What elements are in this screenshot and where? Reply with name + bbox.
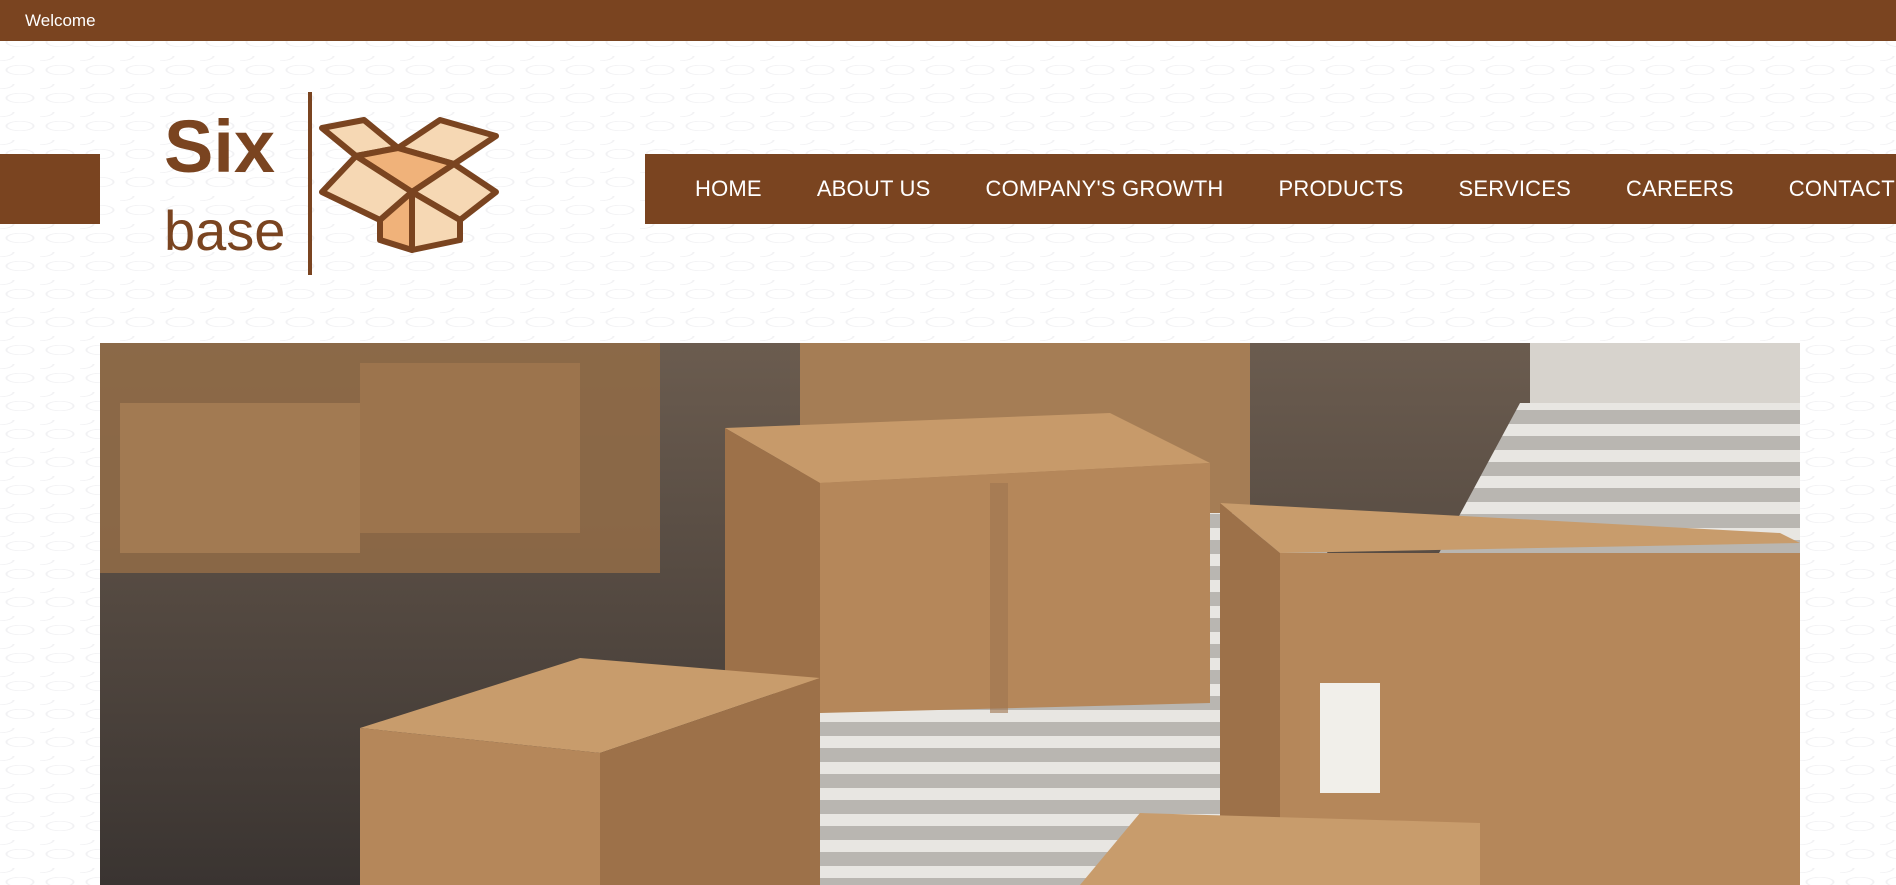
- hero-banner: [100, 343, 1800, 885]
- nav-careers[interactable]: CAREERS: [1626, 176, 1734, 202]
- site-logo[interactable]: Six base: [160, 90, 510, 280]
- nav-services[interactable]: SERVICES: [1459, 176, 1571, 202]
- main-nav: HOME ABOUT US COMPANY'S GROWTH PRODUCTS …: [645, 154, 1896, 224]
- nav-contact-us[interactable]: CONTACT US: [1789, 176, 1896, 202]
- nav-about-us[interactable]: ABOUT US: [817, 176, 931, 202]
- nav-companys-growth[interactable]: COMPANY'S GROWTH: [985, 176, 1223, 202]
- welcome-text: Welcome: [25, 11, 96, 30]
- top-bar: Welcome: [0, 0, 1896, 41]
- nav-products[interactable]: PRODUCTS: [1278, 176, 1403, 202]
- brand-word-six: Six: [164, 105, 275, 188]
- brand-word-base: base: [164, 199, 285, 262]
- nav-home[interactable]: HOME: [695, 176, 762, 202]
- boxes-conveyor-image: [100, 343, 1800, 885]
- box-logo-icon: Six base: [164, 92, 499, 275]
- left-brand-stripe: [0, 154, 100, 224]
